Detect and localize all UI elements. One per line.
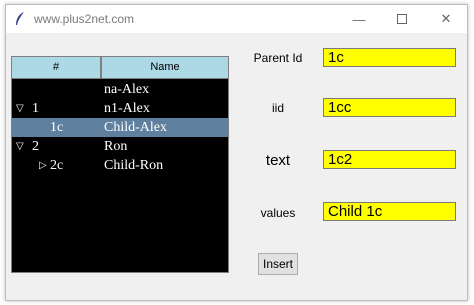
- app-window: www.plus2net.com — ✕ # Name na-Alex ▽ 1 …: [5, 4, 468, 301]
- text-input[interactable]: 1c2: [323, 150, 456, 169]
- window-title: www.plus2net.com: [34, 12, 135, 26]
- close-icon[interactable]: ✕: [438, 11, 454, 27]
- row-id: 2: [32, 139, 39, 154]
- column-header-id[interactable]: #: [12, 57, 100, 78]
- minimize-icon[interactable]: —: [351, 11, 367, 27]
- iid-label: iid: [271, 101, 284, 115]
- parent-id-input[interactable]: 1c: [323, 48, 456, 67]
- feather-icon: [16, 12, 24, 25]
- row-name: Child-Ron: [104, 158, 164, 173]
- parent-id-label: Parent Id: [253, 51, 303, 65]
- tree-header: # Name: [12, 57, 228, 79]
- tree-row[interactable]: ▽ 2 Ron: [12, 137, 228, 156]
- column-header-name[interactable]: Name: [102, 57, 228, 78]
- title-bar[interactable]: www.plus2net.com — ✕: [6, 5, 467, 33]
- tree-row[interactable]: ▷ 2c Child-Ron: [12, 156, 228, 175]
- values-input[interactable]: Child 1c: [323, 202, 456, 221]
- expanded-arrow-icon[interactable]: ▽: [16, 137, 24, 156]
- tree-row-selected[interactable]: 1c Child-Alex: [12, 118, 228, 137]
- collapsed-arrow-icon[interactable]: ▷: [39, 156, 47, 175]
- row-name: n1-Alex: [104, 101, 150, 116]
- row-name: na-Alex: [104, 82, 150, 97]
- row-id: 1c: [50, 120, 64, 135]
- iid-input[interactable]: 1cc: [323, 98, 456, 117]
- maximize-icon[interactable]: [394, 11, 410, 27]
- row-id: 2c: [50, 158, 64, 173]
- treeview[interactable]: # Name na-Alex ▽ 1 n1-Alex 1c Child-Alex…: [11, 56, 229, 273]
- expanded-arrow-icon[interactable]: ▽: [16, 99, 24, 118]
- row-name: Ron: [104, 139, 128, 154]
- row-name: Child-Alex: [104, 120, 167, 135]
- values-label: values: [260, 206, 296, 220]
- row-id: 1: [32, 101, 39, 116]
- tree-row[interactable]: ▽ 1 n1-Alex: [12, 99, 228, 118]
- text-label: text: [265, 152, 291, 169]
- insert-button[interactable]: Insert: [258, 253, 298, 275]
- tree-row[interactable]: na-Alex: [12, 80, 228, 99]
